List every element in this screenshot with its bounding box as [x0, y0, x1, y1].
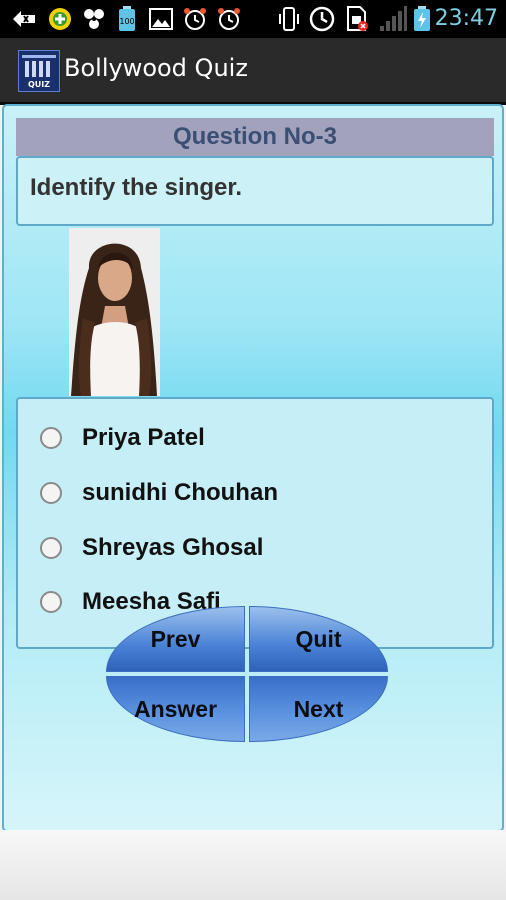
phone-vibrate-icon	[276, 6, 302, 32]
question-number-header: Question No-3	[16, 118, 494, 156]
app-title: Bollywood Quiz	[64, 54, 248, 82]
bottom-area	[0, 830, 506, 900]
app-bar: QUIZ Bollywood Quiz	[0, 38, 506, 105]
alarm-icon	[216, 6, 242, 32]
question-text: Identify the singer.	[30, 174, 243, 201]
plus-circle-icon	[46, 6, 74, 32]
quit-button[interactable]: Quit	[249, 606, 388, 672]
battery-charging-icon	[412, 6, 432, 32]
gallery-icon	[148, 6, 174, 32]
option-label: Shreyas Ghosal	[82, 534, 264, 561]
option-3[interactable]: Shreyas Ghosal	[40, 533, 263, 563]
status-bar: 100 23:47	[0, 0, 506, 38]
signal-icon	[378, 6, 408, 32]
option-label: Priya Patel	[82, 424, 205, 451]
radio-button[interactable]	[40, 427, 62, 449]
next-button[interactable]: Next	[249, 676, 388, 742]
option-label: sunidhi Chouhan	[82, 479, 278, 506]
question-box: Identify the singer.	[16, 156, 494, 226]
option-1[interactable]: Priya Patel	[40, 423, 205, 453]
option-2[interactable]: sunidhi Chouhan	[40, 478, 278, 508]
app-logo: QUIZ	[18, 50, 60, 92]
radio-button[interactable]	[40, 591, 62, 613]
back-arrow-icon	[10, 6, 38, 32]
battery-100-icon: 100	[116, 6, 138, 32]
alarm-icon	[182, 6, 208, 32]
prev-button[interactable]: Prev	[106, 606, 245, 672]
status-time: 23:47	[434, 6, 498, 31]
svg-text:100: 100	[119, 17, 134, 26]
svg-text:QUIZ: QUIZ	[28, 80, 50, 89]
radio-button[interactable]	[40, 482, 62, 504]
singer-photo	[69, 228, 160, 396]
clock-icon	[308, 6, 336, 32]
radio-button[interactable]	[40, 537, 62, 559]
sim-blocked-icon	[344, 6, 370, 32]
bubbles-icon	[80, 6, 108, 32]
navigation-buttons: Prev Quit Answer Next	[106, 606, 388, 742]
answer-button[interactable]: Answer	[106, 676, 245, 742]
